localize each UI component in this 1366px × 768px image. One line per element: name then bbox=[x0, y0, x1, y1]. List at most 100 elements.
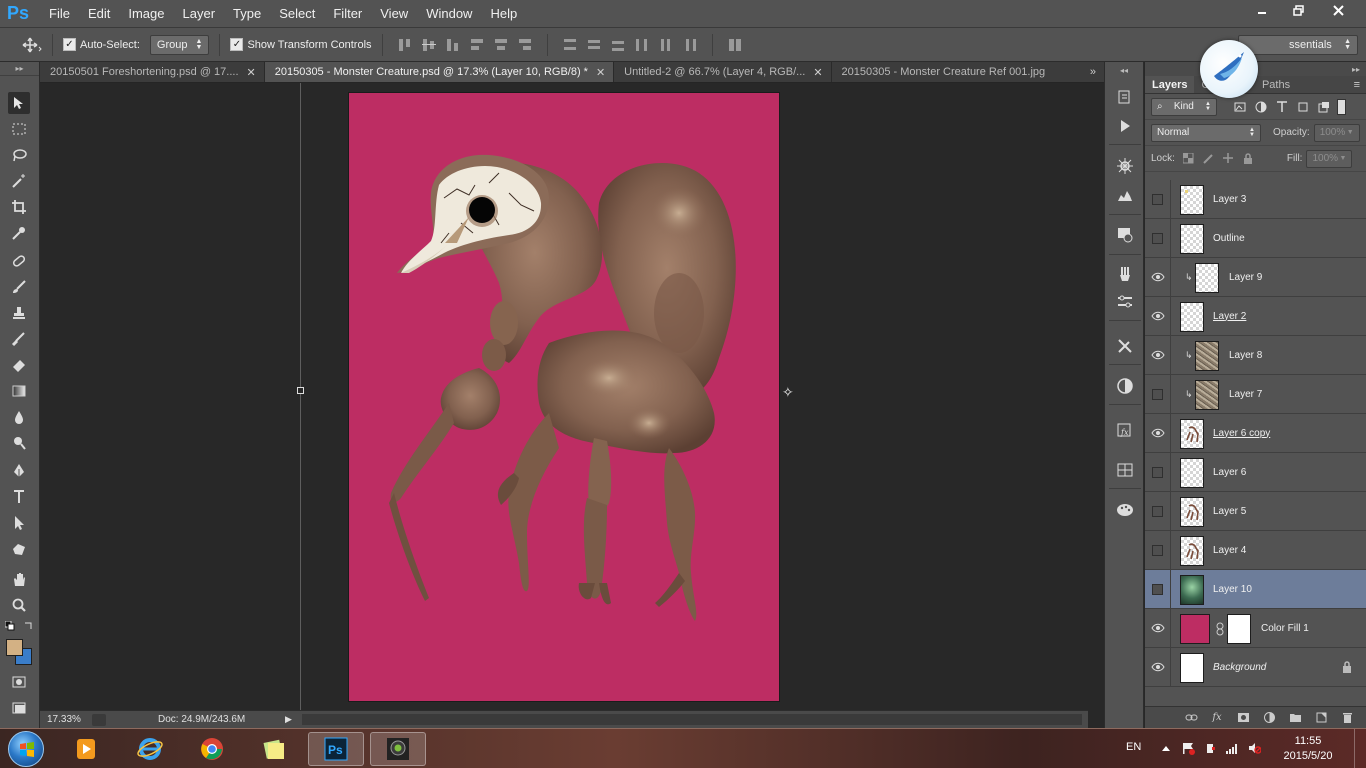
tab-monster-ref[interactable]: 20150305 - Monster Creature Ref 001.jpg bbox=[832, 62, 1054, 82]
clone-source-panel-button[interactable] bbox=[1113, 290, 1137, 314]
transform-handle[interactable] bbox=[297, 387, 304, 394]
align-right-icon[interactable] bbox=[516, 36, 534, 54]
lock-all-icon[interactable] bbox=[1242, 152, 1256, 166]
blend-mode-dropdown[interactable]: Normal ▲ ▼ bbox=[1151, 123, 1261, 142]
visibility-toggle[interactable] bbox=[1145, 257, 1171, 297]
auto-align-icon[interactable] bbox=[726, 36, 744, 54]
tab-paths[interactable]: Paths bbox=[1255, 76, 1297, 93]
blur-tool[interactable] bbox=[8, 406, 30, 428]
taskbar-photoshop[interactable]: Ps bbox=[308, 732, 364, 766]
history-panel-button[interactable] bbox=[1113, 86, 1137, 110]
collapse-arrows-icon[interactable]: ▸▸ bbox=[0, 62, 39, 76]
smart-object-filter-icon[interactable] bbox=[1317, 100, 1331, 114]
visibility-toggle[interactable] bbox=[1145, 647, 1171, 687]
zoom-level[interactable]: 17.33% bbox=[40, 714, 86, 725]
canvas-area[interactable]: ✧ bbox=[40, 83, 1088, 710]
adjustments-panel-button[interactable] bbox=[1113, 184, 1137, 208]
healing-brush-tool[interactable] bbox=[8, 250, 30, 272]
gradient-tool[interactable] bbox=[8, 380, 30, 402]
close-icon[interactable]: ✕ bbox=[247, 66, 256, 79]
volume-muted-icon[interactable] bbox=[1246, 740, 1262, 756]
properties-panel-button[interactable] bbox=[1113, 154, 1137, 178]
align-top-icon[interactable] bbox=[396, 36, 414, 54]
distribute-left-icon[interactable] bbox=[633, 36, 651, 54]
show-transform-checkbox[interactable]: ✓ Show Transform Controls bbox=[230, 38, 372, 51]
menu-filter[interactable]: Filter bbox=[324, 0, 371, 28]
layer-comps-panel-button[interactable]: fx bbox=[1113, 418, 1137, 442]
eyedropper-tool[interactable] bbox=[8, 222, 30, 244]
fill-field[interactable]: 100% ▼ bbox=[1306, 149, 1353, 168]
move-tool-preset[interactable] bbox=[22, 37, 42, 53]
foreground-color-swatch[interactable] bbox=[6, 639, 23, 656]
type-tool[interactable] bbox=[8, 486, 30, 508]
delete-layer-trash-icon[interactable] bbox=[1338, 710, 1356, 726]
align-hcenter-icon[interactable] bbox=[492, 36, 510, 54]
lock-position-icon[interactable] bbox=[1222, 152, 1236, 166]
layer-row[interactable]: Layer 2 bbox=[1145, 296, 1366, 336]
visibility-toggle[interactable] bbox=[1145, 530, 1171, 570]
menu-image[interactable]: Image bbox=[119, 0, 173, 28]
tab-layers[interactable]: Layers bbox=[1145, 76, 1195, 93]
distribute-top-icon[interactable] bbox=[561, 36, 579, 54]
dodge-tool[interactable] bbox=[8, 432, 30, 454]
tool-presets-panel-button[interactable] bbox=[1113, 334, 1137, 358]
tab-overflow-icon[interactable]: » bbox=[1082, 62, 1104, 82]
close-icon[interactable]: ✕ bbox=[596, 66, 605, 79]
adjustment-filter-icon[interactable] bbox=[1254, 100, 1268, 114]
styles-panel-button[interactable] bbox=[1113, 222, 1137, 246]
visibility-toggle[interactable] bbox=[1145, 491, 1171, 531]
minimize-button[interactable] bbox=[1244, 0, 1280, 20]
horizontal-scrollbar[interactable] bbox=[302, 714, 1082, 725]
type-filter-icon[interactable] bbox=[1275, 100, 1289, 114]
hand-tool[interactable] bbox=[8, 568, 30, 590]
layer-row[interactable]: Outline bbox=[1145, 218, 1366, 258]
align-bottom-icon[interactable] bbox=[444, 36, 462, 54]
expand-arrows-icon[interactable]: ◂◂ bbox=[1105, 62, 1143, 78]
tab-untitled-2[interactable]: Untitled-2 @ 66.7% (Layer 4, RGB/... ✕ bbox=[614, 62, 832, 82]
distribute-bottom-icon[interactable] bbox=[609, 36, 627, 54]
action-center-flag-icon[interactable] bbox=[1180, 740, 1196, 756]
status-menu-arrow-icon[interactable]: ▶ bbox=[285, 714, 292, 725]
layer-row[interactable]: Layer 5 bbox=[1145, 491, 1366, 531]
auto-select-checkbox[interactable]: ✓ Auto-Select: bbox=[63, 38, 140, 51]
layer-row[interactable]: ↳ Layer 7 bbox=[1145, 374, 1366, 414]
opacity-field[interactable]: 100% ▼ bbox=[1313, 123, 1360, 142]
align-vcenter-icon[interactable] bbox=[420, 36, 438, 54]
actions-panel-button[interactable] bbox=[1113, 114, 1137, 138]
clone-stamp-tool[interactable] bbox=[8, 302, 30, 324]
quick-mask-button[interactable] bbox=[8, 671, 30, 693]
layer-mask-thumbnail[interactable] bbox=[1227, 614, 1251, 644]
zoom-tool[interactable] bbox=[8, 594, 30, 616]
taskbar-chrome[interactable] bbox=[184, 732, 240, 766]
magic-wand-tool[interactable] bbox=[8, 170, 30, 192]
brush-tool[interactable] bbox=[8, 276, 30, 298]
taskbar-sticky-notes[interactable] bbox=[246, 732, 302, 766]
color-panel-button[interactable] bbox=[1113, 374, 1137, 398]
power-plug-icon[interactable] bbox=[1202, 740, 1218, 756]
visibility-toggle[interactable] bbox=[1145, 569, 1171, 609]
swap-colors-icon[interactable] bbox=[23, 621, 33, 631]
shape-tool[interactable] bbox=[8, 538, 30, 560]
crop-tool[interactable] bbox=[8, 196, 30, 218]
link-chain-icon[interactable] bbox=[1215, 622, 1225, 636]
menu-file[interactable]: File bbox=[40, 0, 79, 28]
menu-select[interactable]: Select bbox=[270, 0, 324, 28]
default-colors-icon[interactable] bbox=[4, 620, 15, 631]
visibility-toggle[interactable] bbox=[1145, 296, 1171, 336]
lock-transparent-icon[interactable] bbox=[1182, 152, 1196, 166]
network-signal-icon[interactable] bbox=[1224, 740, 1240, 756]
filter-toggle-switch[interactable] bbox=[1337, 98, 1346, 115]
start-button[interactable] bbox=[8, 731, 44, 767]
layer-row[interactable]: Layer 3 bbox=[1145, 180, 1366, 219]
visibility-toggle[interactable] bbox=[1145, 180, 1171, 219]
layer-row[interactable]: Layer 6 copy bbox=[1145, 413, 1366, 453]
close-button[interactable] bbox=[1316, 0, 1360, 20]
new-layer-icon[interactable] bbox=[1312, 710, 1330, 726]
status-info-icon[interactable] bbox=[92, 713, 106, 726]
menu-window[interactable]: Window bbox=[417, 0, 481, 28]
new-adjustment-layer-icon[interactable] bbox=[1260, 710, 1278, 726]
align-left-icon[interactable] bbox=[468, 36, 486, 54]
layer-row[interactable]: Color Fill 1 bbox=[1145, 608, 1366, 648]
distribute-vcenter-icon[interactable] bbox=[585, 36, 603, 54]
visibility-toggle[interactable] bbox=[1145, 374, 1171, 414]
